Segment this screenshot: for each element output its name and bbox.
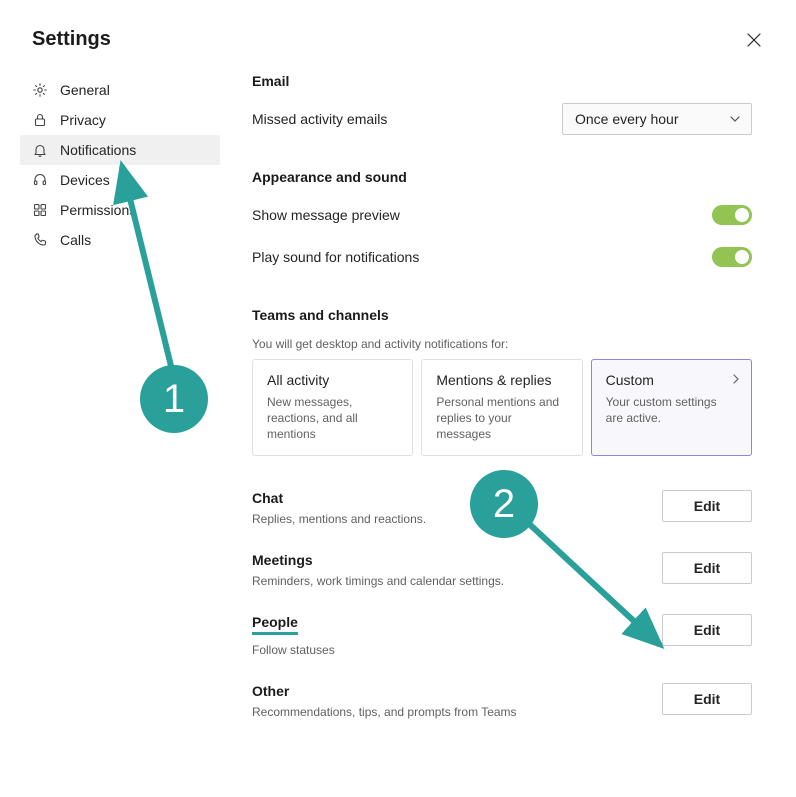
sidebar-item-privacy[interactable]: Privacy <box>20 105 220 135</box>
sound-toggle[interactable] <box>712 247 752 267</box>
teams-subtext: You will get desktop and activity notifi… <box>252 337 752 351</box>
card-title: All activity <box>267 372 398 388</box>
section-meetings: Meetings Reminders, work timings and cal… <box>252 552 752 588</box>
chat-subtext: Replies, mentions and reactions. <box>252 512 426 526</box>
preview-label: Show message preview <box>252 207 400 223</box>
sidebar-item-devices[interactable]: Devices <box>20 165 220 195</box>
section-chat: Chat Replies, mentions and reactions. Ed… <box>252 490 752 526</box>
sidebar-item-notifications[interactable]: Notifications <box>20 135 220 165</box>
sidebar-item-label: Permissions <box>60 202 136 218</box>
sidebar-item-label: Devices <box>60 172 110 188</box>
card-desc: Your custom settings are active. <box>606 394 737 426</box>
section-people: People Follow statuses Edit <box>252 614 752 657</box>
section-other: Other Recommendations, tips, and prompts… <box>252 683 752 719</box>
card-custom[interactable]: Custom Your custom settings are active. <box>591 359 752 456</box>
preview-toggle[interactable] <box>712 205 752 225</box>
other-edit-button[interactable]: Edit <box>662 683 752 715</box>
sidebar: General Privacy Notifications Devices Pe… <box>20 69 220 769</box>
sidebar-item-label: Privacy <box>60 112 106 128</box>
sound-label: Play sound for notifications <box>252 249 419 265</box>
people-section-title: People <box>252 614 298 635</box>
sidebar-item-label: Notifications <box>60 142 136 158</box>
missed-emails-value: Once every hour <box>575 111 679 127</box>
sidebar-item-calls[interactable]: Calls <box>20 225 220 255</box>
appearance-section-title: Appearance and sound <box>252 169 752 185</box>
other-section-title: Other <box>252 683 517 699</box>
missed-emails-select[interactable]: Once every hour <box>562 103 752 135</box>
apps-icon <box>32 202 48 218</box>
gear-icon <box>32 82 48 98</box>
chevron-down-icon <box>729 113 741 125</box>
other-subtext: Recommendations, tips, and prompts from … <box>252 705 517 719</box>
meetings-edit-button[interactable]: Edit <box>662 552 752 584</box>
email-section-title: Email <box>252 73 752 89</box>
close-icon <box>747 33 761 47</box>
chat-edit-button[interactable]: Edit <box>662 490 752 522</box>
content-panel: Email Missed activity emails Once every … <box>220 69 796 769</box>
people-edit-button[interactable]: Edit <box>662 614 752 646</box>
people-subtext: Follow statuses <box>252 643 335 657</box>
section-email: Email Missed activity emails Once every … <box>252 73 752 135</box>
card-title: Mentions & replies <box>436 372 567 388</box>
meetings-section-title: Meetings <box>252 552 504 568</box>
card-all-activity[interactable]: All activity New messages, reactions, an… <box>252 359 413 456</box>
close-button[interactable] <box>744 30 764 50</box>
card-mentions-replies[interactable]: Mentions & replies Personal mentions and… <box>421 359 582 456</box>
meetings-subtext: Reminders, work timings and calendar set… <box>252 574 504 588</box>
card-title: Custom <box>606 372 737 388</box>
phone-icon <box>32 232 48 248</box>
chevron-right-icon <box>731 374 741 384</box>
section-appearance: Appearance and sound Show message previe… <box>252 169 752 273</box>
sidebar-item-permissions[interactable]: Permissions <box>20 195 220 225</box>
lock-icon <box>32 112 48 128</box>
chat-section-title: Chat <box>252 490 426 506</box>
card-desc: Personal mentions and replies to your me… <box>436 394 567 443</box>
sidebar-item-label: Calls <box>60 232 91 248</box>
card-desc: New messages, reactions, and all mention… <box>267 394 398 443</box>
missed-emails-label: Missed activity emails <box>252 111 387 127</box>
page-title: Settings <box>32 28 111 51</box>
section-teams: Teams and channels You will get desktop … <box>252 307 752 456</box>
teams-section-title: Teams and channels <box>252 307 752 323</box>
sidebar-item-label: General <box>60 82 110 98</box>
sidebar-item-general[interactable]: General <box>20 75 220 105</box>
bell-icon <box>32 142 48 158</box>
headset-icon <box>32 172 48 188</box>
